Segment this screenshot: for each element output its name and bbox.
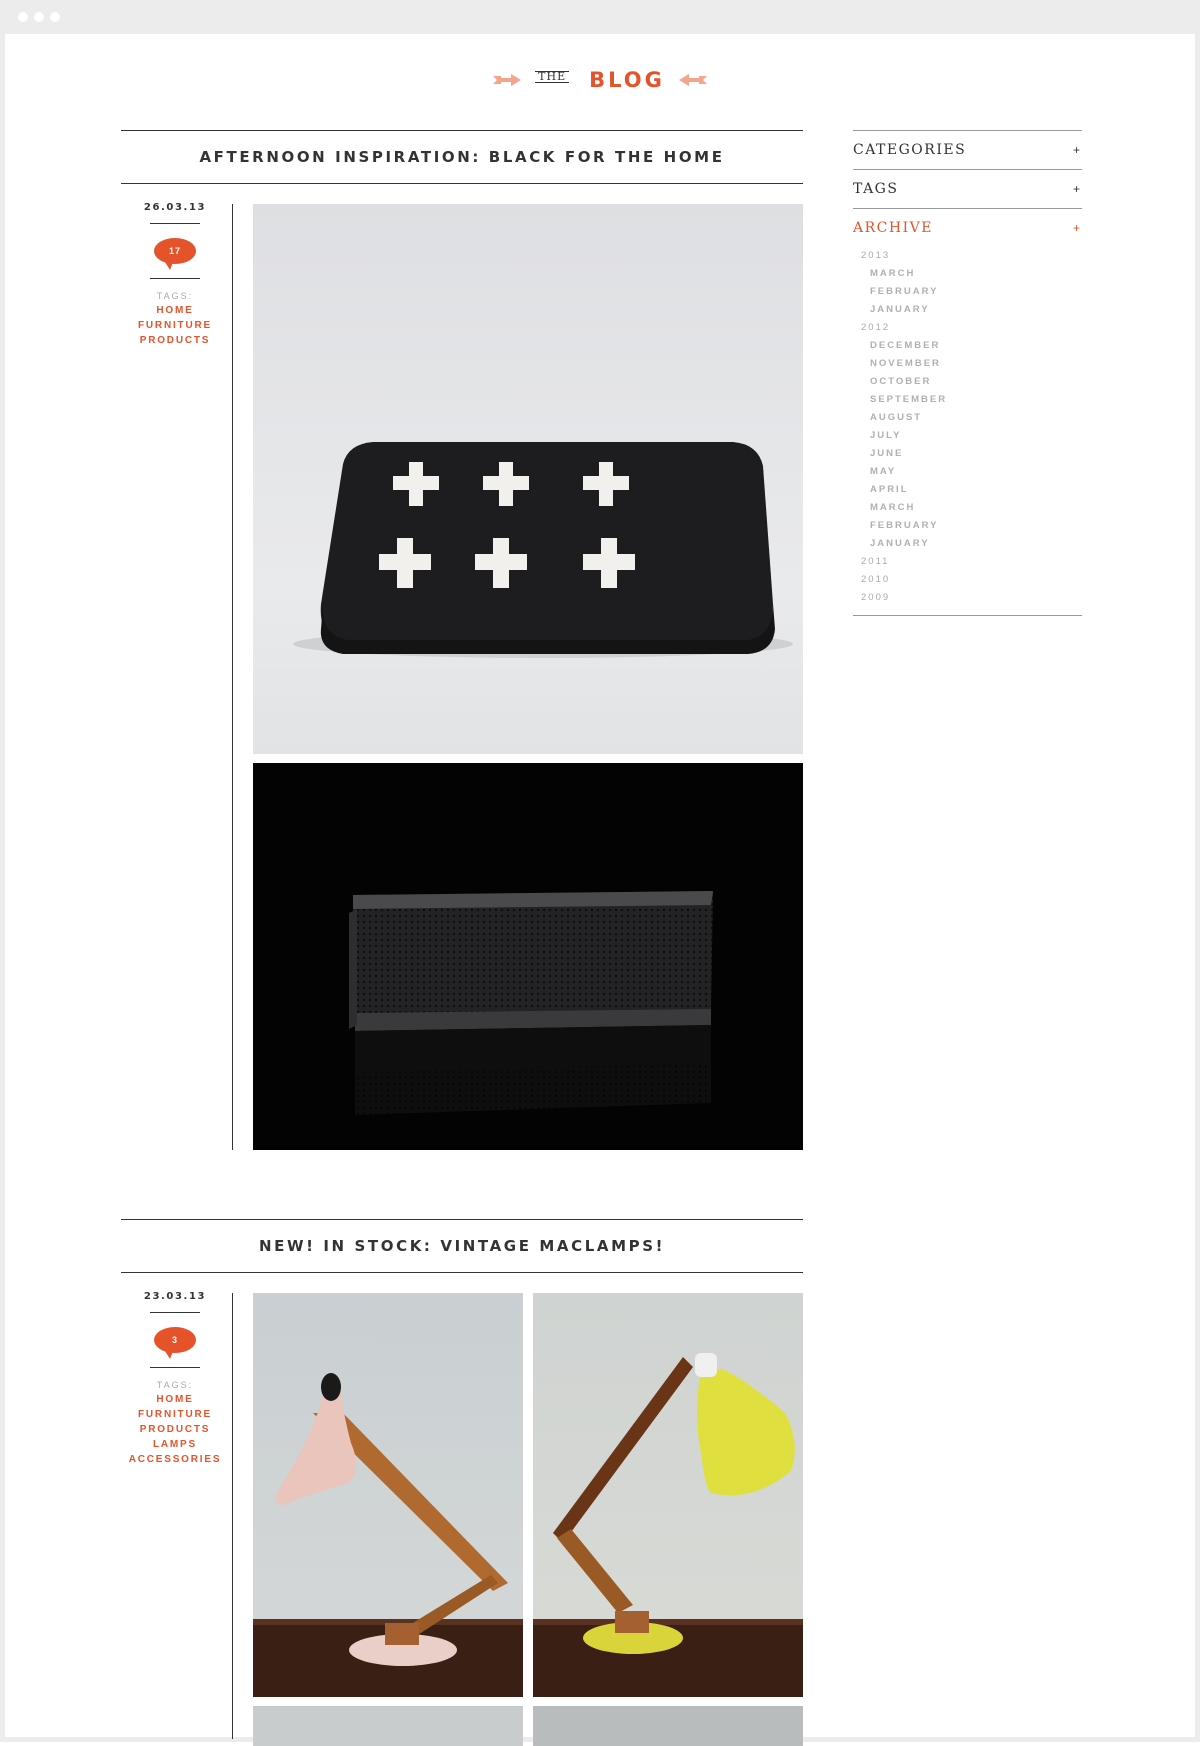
comment-count: 3 <box>171 1335 178 1345</box>
arrow-left-ornament-icon <box>678 74 707 86</box>
yellow-lamp-illustration <box>533 1353 803 1697</box>
archive-month-link[interactable]: SEPTEMBER <box>853 391 1082 409</box>
archive-list: 2013 MARCH FEBRUARY JANUARY 2012 DECEMBER NOVE… <box>853 247 1082 616</box>
sidebar-tags-label: TAGS <box>853 181 899 197</box>
archive-month-link[interactable]: JULY <box>853 427 1082 445</box>
tag-link[interactable]: PRODUCTS <box>121 335 229 346</box>
window-dot[interactable] <box>18 12 28 22</box>
sidebar-tags[interactable]: TAGS + <box>853 169 1082 208</box>
sidebar-categories[interactable]: CATEGORIES + <box>853 130 1082 169</box>
sidebar: CATEGORIES + TAGS + ARCHIVE + 2013 MARCH F… <box>853 130 1082 616</box>
expand-plus-icon[interactable]: + <box>1073 143 1082 157</box>
archive-month-link[interactable]: FEBRUARY <box>853 517 1082 535</box>
post-image-speaker[interactable] <box>253 763 803 1150</box>
archive-month-link[interactable]: DECEMBER <box>853 337 1082 355</box>
blog-header: THE BLOG <box>0 62 1200 98</box>
comment-count-bubble[interactable]: 17 <box>154 238 196 270</box>
blog-post: AFTERNOON INSPIRATION: BLACK FOR THE HOM… <box>121 130 803 1150</box>
divider <box>150 223 200 224</box>
post-title-bar: NEW! IN STOCK: VINTAGE MACLAMPS! <box>121 1219 803 1273</box>
archive-month-link[interactable]: FEBRUARY <box>853 283 1082 301</box>
tag-link[interactable]: PRODUCTS <box>121 1424 229 1435</box>
archive-month-link[interactable]: MARCH <box>853 265 1082 283</box>
window-dot[interactable] <box>34 12 44 22</box>
archive-month-link[interactable]: MAY <box>853 463 1082 481</box>
archive-month-link[interactable]: OCTOBER <box>853 373 1082 391</box>
browser-frame-bar <box>0 0 1200 34</box>
archive-year-link[interactable]: 2013 <box>853 247 1082 265</box>
archive-month-link[interactable]: AUGUST <box>853 409 1082 427</box>
post-meta: 26.03.13 17 TAGS: HOME FURNITURE PRODUCT… <box>121 202 229 346</box>
divider <box>150 1312 200 1313</box>
expand-plus-icon[interactable]: + <box>1073 221 1082 235</box>
window-controls <box>18 12 60 22</box>
archive-month-link[interactable]: JUNE <box>853 445 1082 463</box>
window-dot[interactable] <box>50 12 60 22</box>
divider <box>150 278 200 279</box>
archive-year-link[interactable]: 2009 <box>853 589 1082 607</box>
speaker-illustration <box>349 891 713 1115</box>
archive-month-link[interactable]: JANUARY <box>853 535 1082 553</box>
archive-month-link[interactable]: APRIL <box>853 481 1082 499</box>
tag-link[interactable]: HOME <box>121 1394 229 1405</box>
post-title[interactable]: NEW! IN STOCK: VINTAGE MACLAMPS! <box>259 1237 665 1255</box>
expand-plus-icon[interactable]: + <box>1073 182 1082 196</box>
divider <box>150 1367 200 1368</box>
tag-link[interactable]: ACCESSORIES <box>121 1454 229 1465</box>
post-image-partial[interactable] <box>253 1706 523 1746</box>
tags-label: TAGS: <box>156 291 194 301</box>
post-title-bar: AFTERNOON INSPIRATION: BLACK FOR THE HOM… <box>121 130 803 184</box>
archive-year-link[interactable]: 2010 <box>853 571 1082 589</box>
arrow-right-ornament-icon <box>493 74 522 86</box>
post-date: 26.03.13 <box>143 202 207 213</box>
archive-month-link[interactable]: NOVEMBER <box>853 355 1082 373</box>
comment-count: 17 <box>168 246 181 256</box>
post-image-yellow-lamp[interactable] <box>533 1293 803 1697</box>
blog-post: NEW! IN STOCK: VINTAGE MACLAMPS! 23.03.1… <box>121 1219 803 1746</box>
sidebar-archive[interactable]: ARCHIVE + <box>853 208 1082 247</box>
tag-link[interactable]: HOME <box>121 305 229 316</box>
frame-border-left <box>0 34 5 1742</box>
archive-year-link[interactable]: 2011 <box>853 553 1082 571</box>
tag-link[interactable]: FURNITURE <box>121 1409 229 1420</box>
header-the: THE <box>535 71 570 83</box>
post-meta: 23.03.13 3 TAGS: HOME FURNITURE PRODUCTS… <box>121 1291 229 1465</box>
archive-month-link[interactable]: JANUARY <box>853 301 1082 319</box>
post-image-partial[interactable] <box>533 1706 803 1746</box>
post-title[interactable]: AFTERNOON INSPIRATION: BLACK FOR THE HOM… <box>199 148 724 166</box>
sidebar-archive-label: ARCHIVE <box>853 220 933 236</box>
sidebar-categories-label: CATEGORIES <box>853 142 967 158</box>
tag-link[interactable]: FURNITURE <box>121 320 229 331</box>
post-image-pink-lamp[interactable] <box>253 1293 523 1697</box>
archive-year-link[interactable]: 2012 <box>853 319 1082 337</box>
page-title[interactable]: BLOG <box>589 68 665 92</box>
tags-label: TAGS: <box>156 1380 194 1390</box>
archive-month-link[interactable]: MARCH <box>853 499 1082 517</box>
frame-border-right <box>1195 34 1200 1742</box>
post-image-blanket[interactable] <box>253 204 803 754</box>
post-date: 23.03.13 <box>143 1291 207 1302</box>
pink-lamp-illustration <box>253 1373 523 1697</box>
blanket-illustration <box>293 442 793 658</box>
post-divider-line <box>232 1293 233 1739</box>
tag-link[interactable]: LAMPS <box>121 1439 229 1450</box>
post-divider-line <box>232 204 233 1150</box>
comment-count-bubble[interactable]: 3 <box>154 1327 196 1359</box>
